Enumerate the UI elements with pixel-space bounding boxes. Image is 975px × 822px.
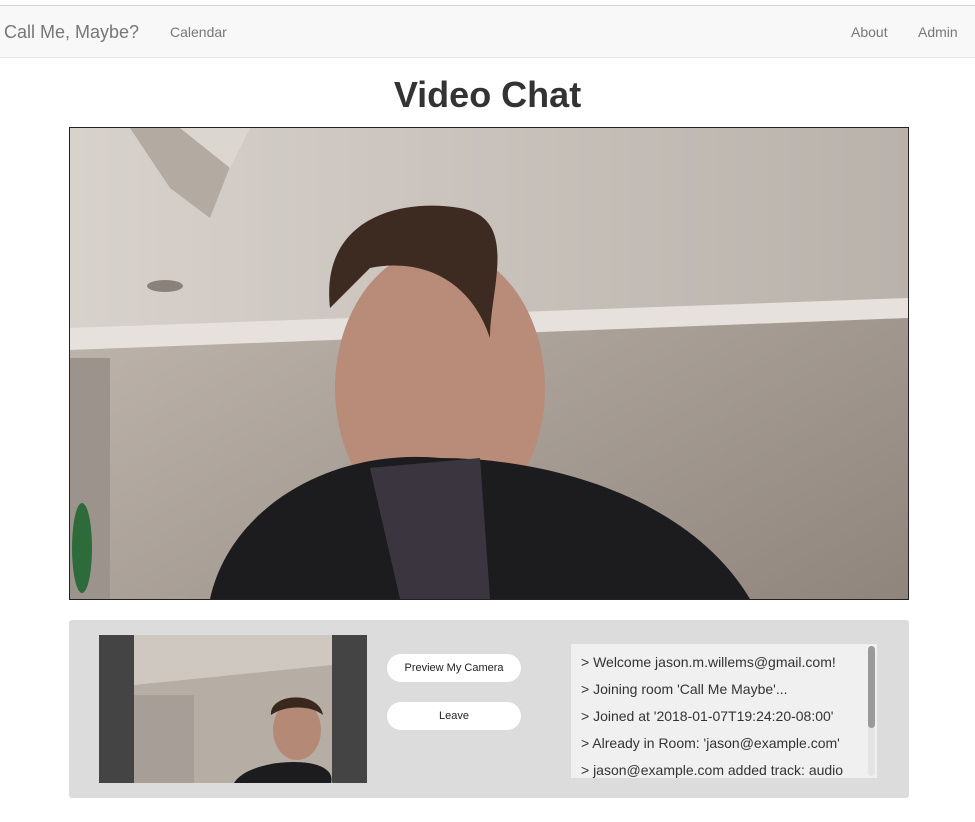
- leave-button[interactable]: Leave: [387, 702, 521, 730]
- log-line: > jason@example.com added track: audio: [581, 762, 844, 778]
- page-title: Video Chat: [393, 74, 582, 115]
- log-line: > Joined at '2018-01-07T19:24:20-08:00': [581, 708, 834, 724]
- log-scroll-thumb[interactable]: [868, 646, 875, 728]
- remote-video-frame: [70, 128, 908, 599]
- remote-video: [69, 127, 909, 600]
- brand-link[interactable]: Call Me, Maybe?: [4, 22, 139, 43]
- log-line: > Already in Room: 'jason@example.com': [581, 735, 840, 751]
- preview-camera-button[interactable]: Preview My Camera: [387, 654, 521, 682]
- log-line: > Welcome jason.m.willems@gmail.com!: [581, 654, 836, 670]
- chat-log[interactable]: > Welcome jason.m.willems@gmail.com! > J…: [571, 644, 877, 778]
- nav-link-calendar[interactable]: Calendar: [170, 24, 227, 40]
- nav-link-admin[interactable]: Admin: [918, 24, 958, 40]
- log-scrollbar[interactable]: [868, 646, 875, 776]
- control-panel: Preview My Camera Leave > Welcome jason.…: [69, 620, 909, 798]
- nav-link-about[interactable]: About: [851, 24, 888, 40]
- local-video: [99, 635, 367, 783]
- log-line: > Joining room 'Call Me Maybe'...: [581, 681, 788, 697]
- navbar: Call Me, Maybe? Calendar About Admin: [0, 6, 975, 58]
- local-video-frame: [99, 635, 367, 783]
